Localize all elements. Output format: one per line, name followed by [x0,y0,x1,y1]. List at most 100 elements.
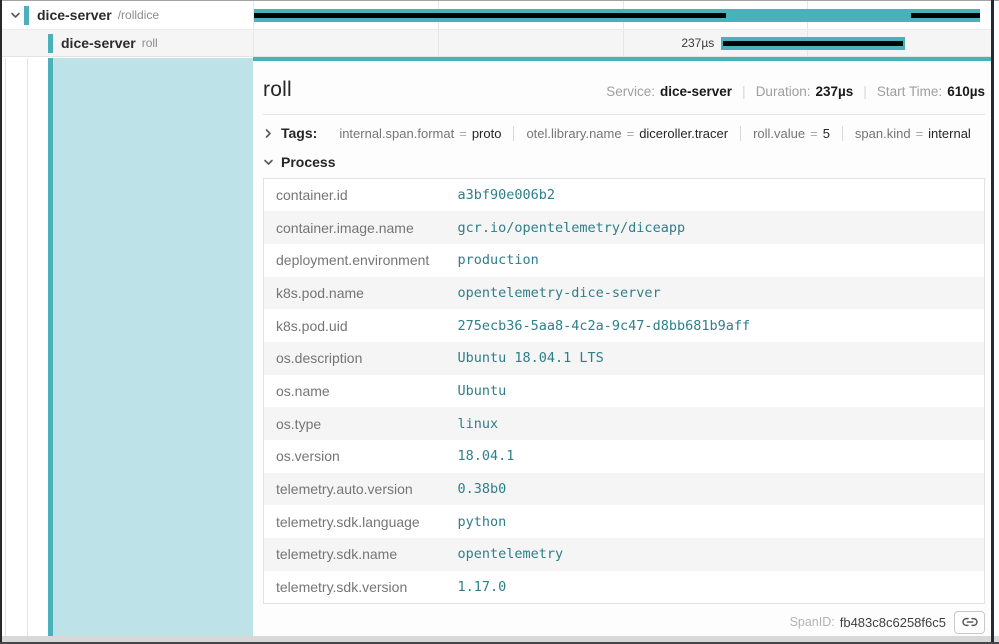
meta-duration: Duration: 237µs [756,84,854,99]
span-color-chip [48,34,53,53]
timeline-track-roll[interactable]: 237µs [253,30,991,56]
process-key: container.image.name [264,211,446,244]
tag-span-kind: span.kind = internal [842,126,983,141]
table-row: container.image.namegcr.io/opentelemetry… [264,211,985,244]
meta-start-time: Start Time: 610µs [877,84,985,99]
table-row: os.typelinux [264,407,985,440]
header-divider [263,114,985,115]
process-key: os.version [264,440,446,473]
meta-value: 610µs [947,84,985,99]
table-row: os.version18.04.1 [264,440,985,473]
chevron-down-icon[interactable] [10,10,21,21]
process-value: 1.17.0 [446,571,985,604]
tag-equals: = [627,126,635,141]
tag-key: span.kind [855,126,911,141]
tag-value: internal [928,126,971,141]
process-key: os.name [264,375,446,408]
table-row: container.ida3bf90e006b2 [264,179,985,212]
tag-equals: = [810,126,818,141]
process-key: os.type [264,407,446,440]
process-value: linux [446,407,985,440]
window-border-left [0,0,2,644]
selected-span-highlight[interactable] [53,58,253,638]
meta-service: Service: dice-server [606,84,732,99]
operation-name: roll [142,36,158,50]
span-bar-self-time-segment [254,13,726,18]
meta-separator: | [863,83,867,99]
tag-equals: = [916,126,924,141]
meta-label: Duration: [756,84,811,99]
process-key: k8s.pod.uid [264,309,446,342]
process-value: 18.04.1 [446,440,985,473]
span-row-rolldice-name-column[interactable]: dice-server /rolldice [2,1,253,29]
span-title: roll [263,78,292,102]
process-value: 0.38b0 [446,473,985,506]
process-label: Process [281,154,335,170]
span-row-roll-selected[interactable]: dice-server roll 237µs [2,30,991,57]
chevron-right-icon[interactable] [263,128,274,139]
tree-indent-guide [5,58,6,637]
table-row: deployment.environmentproduction [264,244,985,277]
deep-link-button[interactable] [954,611,985,634]
process-value: production [446,244,985,277]
table-row: telemetry.sdk.languagepython [264,505,985,538]
meta-label: Service: [606,84,655,99]
table-row: os.nameUbuntu [264,375,985,408]
process-value: a3bf90e006b2 [446,179,985,212]
process-accordion-header[interactable]: Process [263,154,985,170]
process-key-value-table: container.ida3bf90e006b2 container.image… [263,178,985,604]
process-key: deployment.environment [264,244,446,277]
meta-label: Start Time: [877,84,942,99]
span-bar-stripe [723,41,903,46]
process-value: opentelemetry [446,538,985,571]
tag-key: internal.span.format [339,126,454,141]
tree-indent-guide [27,58,28,637]
window-border-top [0,0,999,1]
process-value: 275ecb36-5aa8-4c2a-9c47-d8bb681b9aff [446,309,985,342]
process-value: gcr.io/opentelemetry/diceapp [446,211,985,244]
table-row: k8s.pod.nameopentelemetry-dice-server [264,277,985,310]
spanid-label: SpanID: [790,615,835,629]
tag-key: roll.value [753,126,805,141]
process-key: telemetry.sdk.version [264,571,446,604]
process-value: Ubuntu 18.04.1 LTS [446,342,985,375]
process-value: opentelemetry-dice-server [446,277,985,310]
table-row: telemetry.sdk.version1.17.0 [264,571,985,604]
process-key: k8s.pod.name [264,277,446,310]
process-key: os.description [264,342,446,375]
window-border-right [991,0,994,644]
table-row: os.descriptionUbuntu 18.04.1 LTS [264,342,985,375]
span-color-chip [24,6,29,25]
link-icon [962,614,978,630]
span-row-rolldice[interactable]: dice-server /rolldice [2,1,991,30]
tag-equals: = [459,126,467,141]
service-name: dice-server [61,35,136,51]
tag-value: proto [472,126,502,141]
process-key: telemetry.sdk.name [264,538,446,571]
chevron-down-icon[interactable] [263,157,274,168]
table-row: k8s.pod.uid275ecb36-5aa8-4c2a-9c47-d8bb6… [264,309,985,342]
table-row: telemetry.sdk.nameopentelemetry [264,538,985,571]
span-duration-label: 237µs [254,30,721,57]
meta-separator: | [742,83,746,99]
tag-roll-value: roll.value = 5 [740,126,842,141]
span-detail-footer: SpanID: fb483c8c6258f6c5 [263,611,985,634]
table-row: telemetry.auto.version0.38b0 [264,473,985,506]
meta-value: dice-server [660,84,732,99]
span-meta: Service: dice-server | Duration: 237µs |… [606,83,985,99]
tag-value: 5 [823,126,830,141]
timeline-track-rolldice[interactable] [253,1,991,29]
tags-label: Tags: [281,125,317,141]
process-key: container.id [264,179,446,212]
span-row-roll-name-column[interactable]: dice-server roll [2,30,253,56]
span-detail-card: roll Service: dice-server | Duration: 23… [253,57,991,637]
span-bar-self-time-segment [911,13,980,18]
service-name: dice-server [37,7,112,23]
tag-value: diceroller.tracer [639,126,728,141]
tags-accordion-header[interactable]: Tags: internal.span.format = proto otel.… [263,125,985,141]
process-value: python [446,505,985,538]
meta-value: 237µs [815,84,853,99]
process-value: Ubuntu [446,375,985,408]
tag-otel-library-name: otel.library.name = diceroller.tracer [513,126,740,141]
span-bar-roll[interactable] [721,37,905,50]
